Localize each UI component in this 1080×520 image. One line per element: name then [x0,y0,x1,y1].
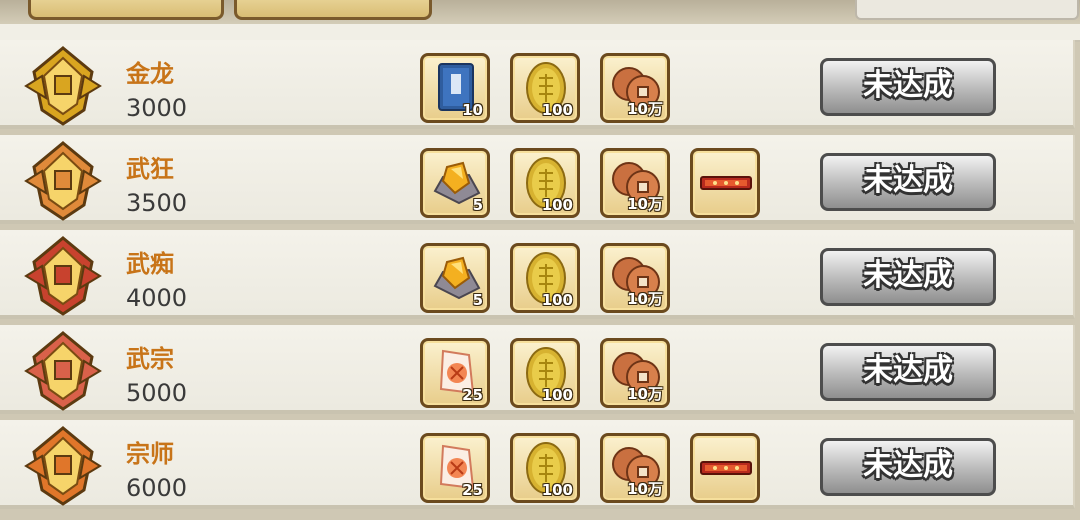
wuzong-badge-icon [22,331,104,411]
reward-quantity: 100 [541,101,573,119]
reward-slot[interactable]: 10万 [600,148,670,218]
rank-name: 武宗 [126,345,174,373]
not-achieved-button[interactable]: 未达成 [820,438,996,496]
golden-dragon-badge-icon [22,46,104,126]
reward-slot[interactable] [690,433,760,503]
reward-quantity: 10万 [627,290,663,308]
not-achieved-button[interactable]: 未达成 [820,248,996,306]
reward-slot[interactable]: 10万 [600,53,670,123]
reward-slot[interactable]: 10万 [600,243,670,313]
rank-score: 6000 [126,474,188,502]
reward-quantity: 100 [541,291,573,309]
reward-slot[interactable]: 100 [510,53,580,123]
reward-slot[interactable]: 10万 [600,338,670,408]
top-tab-bar [0,0,1080,26]
reward-slot[interactable] [690,148,760,218]
reward-slot[interactable]: 10万 [600,433,670,503]
rank-name: 金龙 [126,60,174,88]
reward-slot[interactable]: 25 [420,338,490,408]
reward-slot[interactable]: 10 [420,53,490,123]
reward-quantity: 100 [541,196,573,214]
rank-row: 宗师 6000 25 100 10万 未达成 [0,420,1075,509]
rank-name: 武狂 [126,155,174,183]
tab-right[interactable] [234,0,432,20]
reward-slot[interactable]: 100 [510,433,580,503]
rank-score: 3500 [126,189,188,217]
rank-score: 4000 [126,284,188,312]
reward-slot[interactable]: 100 [510,338,580,408]
tab-left[interactable] [28,0,224,20]
not-achieved-button[interactable]: 未达成 [820,153,996,211]
reward-quantity: 25 [462,386,483,404]
reward-slot[interactable]: 5 [420,243,490,313]
rank-name: 宗师 [126,440,174,468]
wuchi-badge-icon [22,236,104,316]
reward-quantity: 100 [541,481,573,499]
rank-name: 武痴 [126,250,174,278]
wukuang-badge-icon [22,141,104,221]
reward-quantity: 10万 [627,100,663,118]
reward-quantity: 10万 [627,195,663,213]
not-achieved-button[interactable]: 未达成 [820,343,996,401]
reward-slot[interactable]: 100 [510,243,580,313]
reward-quantity: 10万 [627,385,663,403]
zongshi-badge-icon [22,426,104,506]
reward-slot[interactable]: 25 [420,433,490,503]
rank-row: 武痴 4000 5 100 10万 未达成 [0,230,1075,319]
reward-quantity: 5 [472,291,483,309]
reward-slot[interactable]: 100 [510,148,580,218]
rank-row: 武宗 5000 25 100 10万 未达成 [0,325,1075,414]
top-right-button[interactable] [855,0,1079,20]
rank-row: 金龙 3000 10 100 10万 未达成 [0,40,1075,129]
reward-quantity: 10万 [627,480,663,498]
reward-quantity: 100 [541,386,573,404]
reward-slot[interactable]: 5 [420,148,490,218]
rank-score: 3000 [126,94,188,122]
reward-quantity: 5 [472,196,483,214]
rank-row: 武狂 3500 5 100 10万 未达成 [0,135,1075,224]
reward-quantity: 10 [462,101,483,119]
rank-score: 5000 [126,379,188,407]
not-achieved-button[interactable]: 未达成 [820,58,996,116]
reward-quantity: 25 [462,481,483,499]
